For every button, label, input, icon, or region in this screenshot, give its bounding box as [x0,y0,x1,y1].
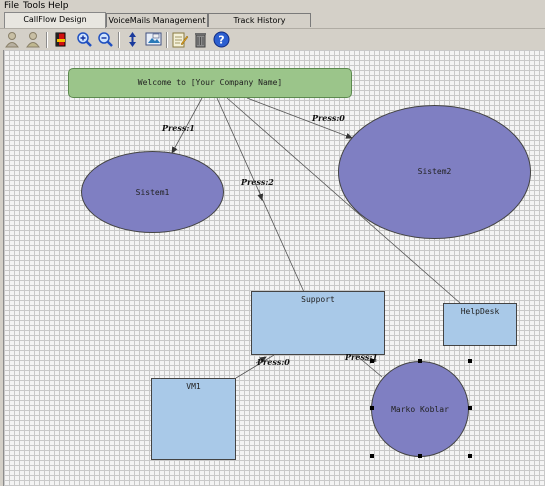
edge-label-press1-marko: Press:1 [345,352,378,362]
selection-handle[interactable] [468,359,472,363]
tab-callflow-design[interactable]: CallFlow Design [4,12,106,28]
support-label: Support [301,295,335,304]
helpdesk-node[interactable]: HelpDesk [443,303,517,346]
toolbar-separator [46,32,48,48]
menu-file[interactable]: File [1,0,22,12]
sistem1-node[interactable]: Sistem1 [81,151,224,233]
toolbar-separator [166,32,168,48]
marko-koblar-label: Marko Koblar [391,405,449,414]
user-add-icon[interactable] [3,30,22,49]
edit-note-icon[interactable] [170,30,189,49]
help-icon[interactable]: ? [212,30,231,49]
toolbar: ? [0,28,545,51]
menu-help[interactable]: Help [45,0,72,12]
toolbar-separator [118,32,120,48]
selection-handle[interactable] [468,406,472,410]
zoom-out-icon[interactable] [96,30,115,49]
selection-handle[interactable] [418,359,422,363]
svg-text:?: ? [218,34,224,47]
image-export-icon[interactable] [144,30,163,49]
support-node[interactable]: Support [251,291,385,355]
edge-label-press2-support: Press:2 [241,177,274,187]
up-down-arrows-icon[interactable] [123,30,142,49]
edge-label-press0-vm1: Press:0 [257,357,290,367]
book-icon[interactable] [51,30,70,49]
marko-koblar-node[interactable]: Marko Koblar [371,361,469,457]
helpdesk-label: HelpDesk [460,307,500,316]
tab-voicemails-management[interactable]: VoiceMails Management [106,13,208,27]
menu-tools[interactable]: Tools [20,0,48,12]
sistem1-label: Sistem1 [135,188,170,197]
selection-handle[interactable] [418,454,422,458]
selection-handle[interactable] [370,454,374,458]
tab-track-history[interactable]: Track History [208,13,311,27]
user-remove-icon[interactable] [24,30,43,49]
sistem2-label: Sistem2 [417,167,452,176]
selection-handle[interactable] [370,406,374,410]
edge-support-arrow [257,189,264,201]
selection-handle[interactable] [468,454,472,458]
design-canvas[interactable]: Welcome to [Your Company Name] Sistem1 S… [3,50,545,486]
menu-bar: File Tools Help [0,0,545,12]
welcome-label: Welcome to [Your Company Name] [137,78,283,87]
vm1-label: VM1 [186,382,201,391]
vm1-node[interactable]: VM1 [151,378,236,460]
edge-label-press1-sistem1: Press:1 [162,123,195,133]
sistem2-node[interactable]: Sistem2 [338,105,531,239]
zoom-in-icon[interactable] [75,30,94,49]
tab-bar: CallFlow Design VoiceMails Management Tr… [0,12,545,28]
edge-label-press0-sistem2: Press:0 [312,113,345,123]
trash-icon[interactable] [191,30,210,49]
welcome-node[interactable]: Welcome to [Your Company Name] [68,68,352,98]
